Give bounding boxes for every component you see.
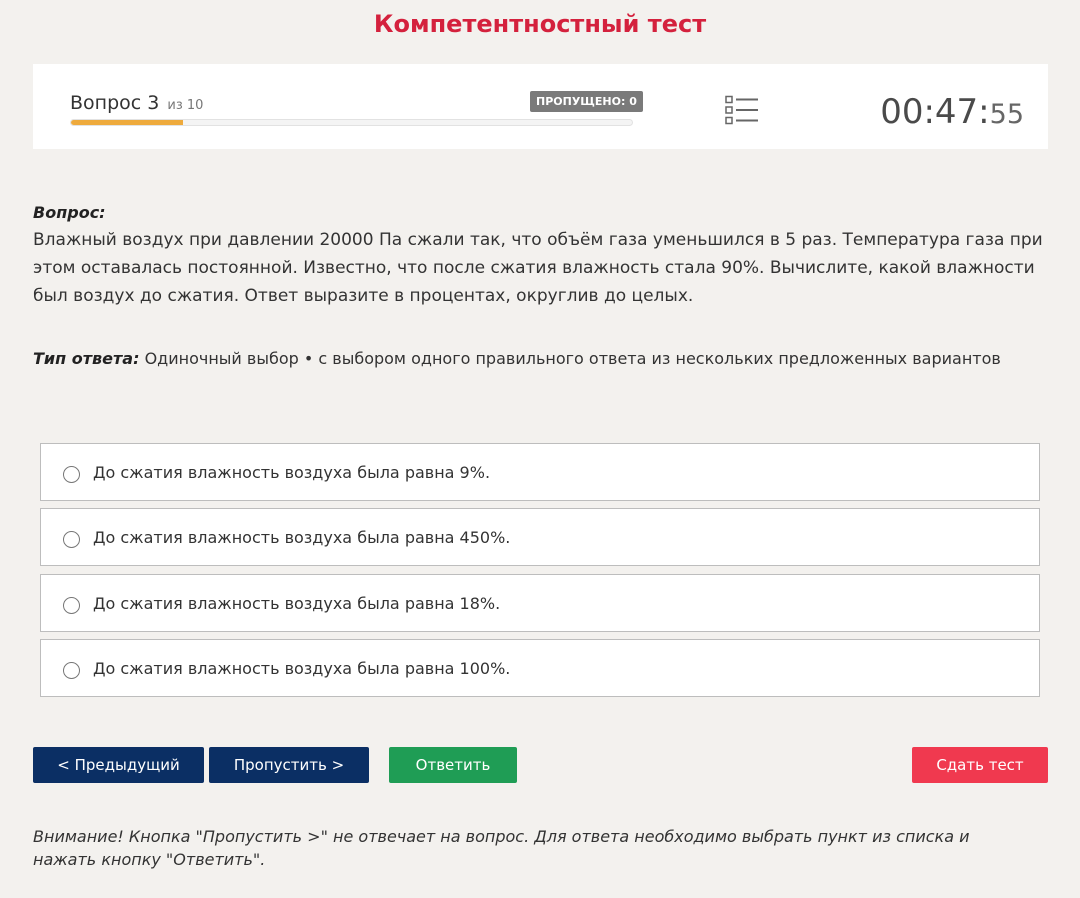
answer-type: Тип ответа: Одиночный выбор • с выбором … <box>33 349 1001 368</box>
question-list-icon[interactable] <box>725 95 759 125</box>
question-prefix: Вопрос <box>70 92 142 114</box>
notice-text: Внимание! Кнопка "Пропустить >" не отвеч… <box>33 827 970 869</box>
radio-button[interactable] <box>63 531 80 548</box>
radio-button[interactable] <box>63 662 80 679</box>
finish-test-button[interactable]: Сдать тест <box>912 747 1048 783</box>
answer-option-label: До сжатия влажность воздуха была равна 9… <box>93 463 491 482</box>
answer-option-label: До сжатия влажность воздуха была равна 1… <box>93 594 501 613</box>
skip-button[interactable]: Пропустить > <box>209 747 369 783</box>
question-total: из 10 <box>167 98 204 113</box>
test-header-panel: Вопрос 3 из 10 ПРОПУЩЕНО: 0 00:47:55 <box>33 64 1048 149</box>
timer-main: 00:47: <box>880 92 990 132</box>
progress-bar <box>70 119 633 126</box>
radio-button[interactable] <box>63 597 80 614</box>
answer-option-label: До сжатия влажность воздуха была равна 4… <box>93 528 511 547</box>
answer-button[interactable]: Ответить <box>389 747 517 783</box>
page-title: Компетентностный тест <box>373 10 707 38</box>
answer-option[interactable]: До сжатия влажность воздуха была равна 1… <box>40 639 1040 697</box>
question-counter: Вопрос 3 из 10 <box>70 92 203 114</box>
radio-button[interactable] <box>63 466 80 483</box>
question-number: 3 <box>147 92 160 114</box>
previous-button[interactable]: < Предыдущий <box>33 747 204 783</box>
answer-type-label: Тип ответа: <box>33 349 140 368</box>
timer-seconds: 55 <box>989 99 1024 130</box>
answer-option-label: До сжатия влажность воздуха была равна 1… <box>93 659 511 678</box>
skipped-badge: ПРОПУЩЕНО: 0 <box>530 91 643 112</box>
question-label: Вопрос: <box>33 203 106 222</box>
answer-option[interactable]: До сжатия влажность воздуха была равна 1… <box>40 574 1040 632</box>
answer-type-value: Одиночный выбор • с выбором одного прави… <box>144 349 1001 368</box>
answer-option[interactable]: До сжатия влажность воздуха была равна 9… <box>40 443 1040 501</box>
answer-option[interactable]: До сжатия влажность воздуха была равна 4… <box>40 508 1040 566</box>
progress-fill <box>71 120 184 125</box>
timer: 00:47:55 <box>880 92 1024 132</box>
question-text: Влажный воздух при давлении 20000 Па сжа… <box>33 230 1043 306</box>
